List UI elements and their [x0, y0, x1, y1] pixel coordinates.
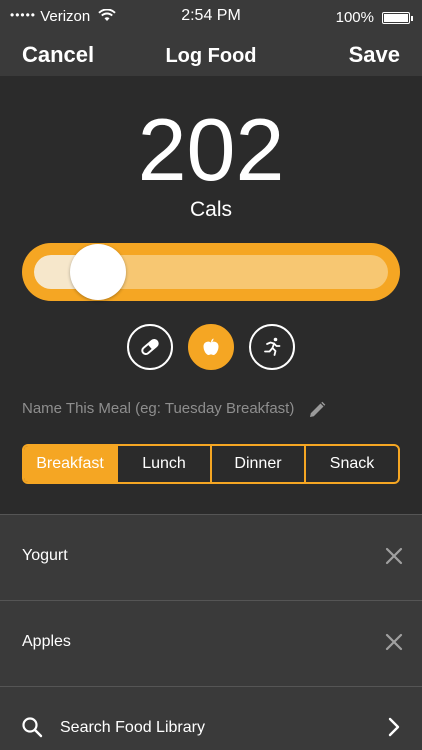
food-item[interactable]: Apples [0, 600, 422, 686]
apple-icon [203, 338, 219, 355]
food-item-label: Apples [22, 633, 71, 650]
status-bar: ••••• Verizon 2:54 PM 100% [0, 0, 422, 34]
meal-type-breakfast[interactable]: Breakfast [24, 446, 116, 482]
calorie-slider[interactable] [22, 243, 400, 301]
calories-unit: Cals [189, 198, 232, 221]
close-icon[interactable] [382, 630, 406, 654]
navigation-bar: Cancel Log Food Save [0, 34, 422, 76]
food-item[interactable]: Yogurt [0, 514, 422, 600]
close-icon[interactable] [382, 544, 406, 568]
battery-percent: 100% [335, 9, 374, 26]
slider-thumb[interactable] [69, 244, 126, 300]
search-food-library-row[interactable]: Search Food Library [0, 686, 422, 750]
meal-name-input[interactable]: Name This Meal (eg: Tuesday Breakfast) [22, 400, 332, 417]
pencil-icon[interactable] [307, 400, 327, 420]
meal-type-snack[interactable]: Snack [304, 446, 398, 482]
search-food-library-label: Search Food Library [60, 719, 205, 736]
supplement-mode-button[interactable] [127, 324, 173, 370]
save-button[interactable]: Save [349, 42, 400, 68]
exercise-mode-button[interactable] [249, 324, 295, 370]
running-icon [264, 337, 281, 356]
meal-type-lunch[interactable]: Lunch [116, 446, 210, 482]
log-food-panel: 202 Cals Name This Meal (eg: Tuesday Bre… [0, 76, 422, 514]
food-mode-button[interactable] [188, 324, 234, 370]
battery-icon [382, 12, 413, 24]
food-list: Yogurt Apples Search Food Library [0, 514, 422, 750]
chevron-right-icon [388, 717, 400, 737]
pill-icon [141, 338, 159, 356]
meal-type-dinner[interactable]: Dinner [210, 446, 304, 482]
calories-value: 202 [137, 100, 285, 199]
entry-type-selector [0, 324, 422, 370]
food-item-label: Yogurt [22, 547, 68, 564]
search-icon [22, 717, 43, 738]
meal-type-selector: Breakfast Lunch Dinner Snack [22, 444, 400, 484]
